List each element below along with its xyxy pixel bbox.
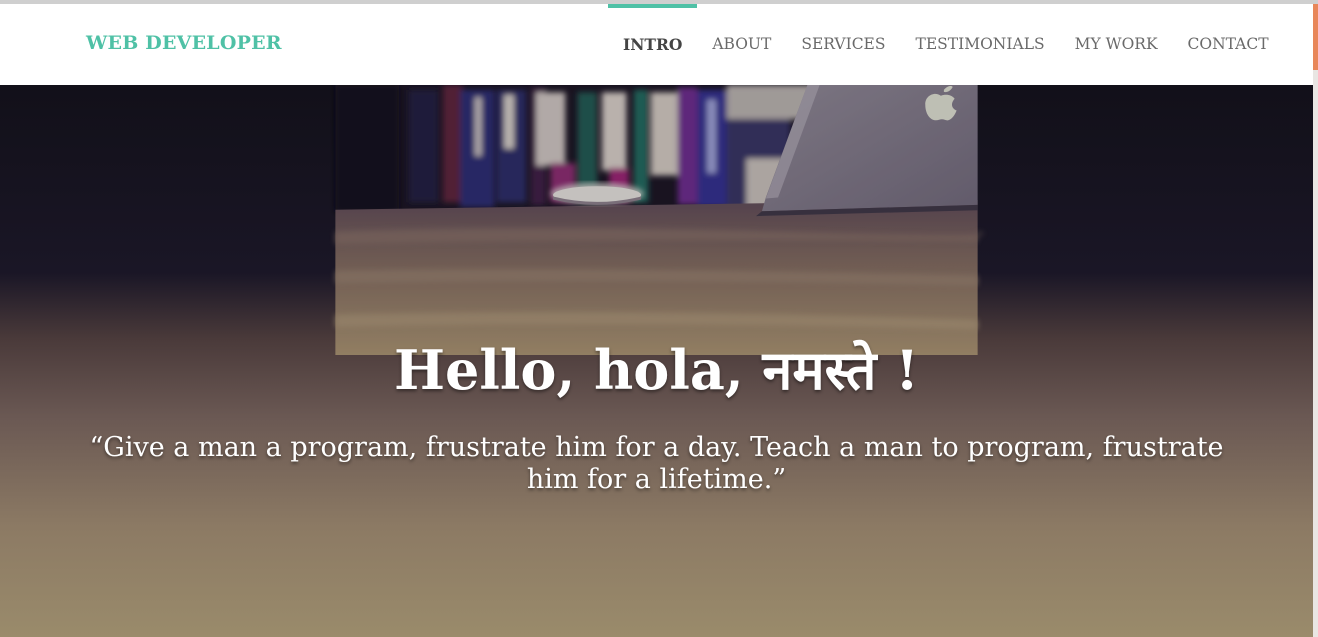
hero-section: Hello, hola, नमस्ते ! “Give a man a prog… [0,85,1313,637]
hero-title: Hello, hola, नमस्ते ! [394,338,919,403]
nav-item-testimonials[interactable]: TESTIMONIALS [901,4,1060,85]
hero-quote: “Give a man a program, frustrate him for… [89,432,1224,495]
nav-item-my-work[interactable]: MY WORK [1060,4,1173,85]
nav-item-contact[interactable]: CONTACT [1173,4,1284,85]
page: WEB DEVELOPER INTRO ABOUT SERVICES TESTI… [0,0,1318,637]
navbar: WEB DEVELOPER INTRO ABOUT SERVICES TESTI… [0,4,1313,85]
scrollbar-thumb[interactable] [1313,4,1318,70]
nav-item-services[interactable]: SERVICES [786,4,900,85]
scrollbar[interactable] [1313,4,1318,637]
nav-item-about[interactable]: ABOUT [697,4,786,85]
brand-logo-link[interactable]: WEB DEVELOPER [86,32,282,54]
nav-item-intro[interactable]: INTRO [608,4,698,85]
hero-background-image [335,85,984,355]
main-nav: INTRO ABOUT SERVICES TESTIMONIALS MY WOR… [608,4,1284,85]
